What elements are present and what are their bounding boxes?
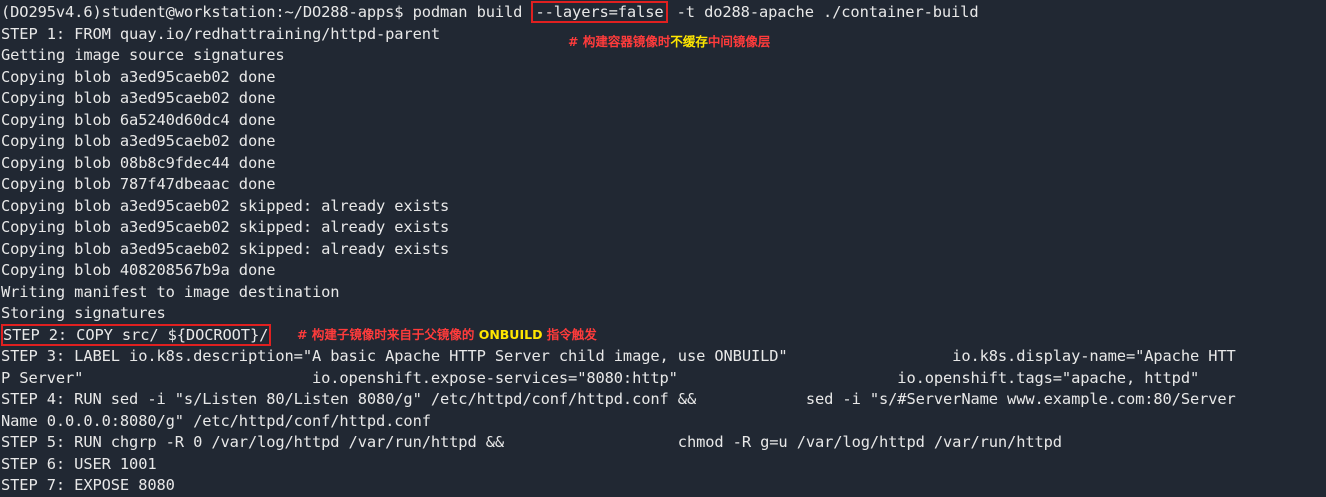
output-line: STEP 6: USER 1001 [1,454,157,473]
output-line: Copying blob a3ed95caeb02 done [1,132,276,150]
command-line: (DO295v4.6)student@workstation:~/DO288-a… [1,1,979,24]
annotation-text: 指令触发 [542,327,597,342]
output-line: STEP 4: RUN sed -i "s/Listen 80/Listen 8… [1,390,1236,408]
output-line: STEP 3: LABEL io.k8s.description="A basi… [1,347,1236,365]
output-line: Copying blob 787f47dbeaac done [1,175,276,193]
annotation-text: 中间镜像层 [707,34,771,49]
output-line: Writing manifest to image destination [1,282,340,301]
annotation-emphasis: ONBUILD [478,327,543,342]
copy-step-highlight: STEP 2: COPY src/ ${DOCROOT}/ [1,323,272,346]
output-line: Name 0.0.0.0:8080/g" /etc/httpd/conf/htt… [1,411,431,430]
command-args: -t do288-apache ./container-build [667,3,979,21]
output-line: Copying blob 6a5240d60dc4 done [1,110,276,129]
output-line: P Server" io.openshift.expose-services="… [1,368,1200,387]
output-line: STEP 5: RUN chgrp -R 0 /var/log/httpd /v… [1,433,1062,451]
annotation-text: # 构建容器镜像时 [568,34,671,49]
output-line: Copying blob 408208567b9a done [1,261,276,279]
prompt-and-command: (DO295v4.6)student@workstation:~/DO288-a… [1,3,532,21]
step2-line: STEP 2: COPY src/ ${DOCROOT}/ [1,323,272,347]
output-line: STEP 1: FROM quay.io/redhattraining/http… [1,24,441,43]
layers-flag-highlight: --layers=false [531,1,668,23]
output-line: Copying blob 08b8c9fdec44 done [1,153,276,172]
output-line: STEP 7: EXPOSE 8080 [1,476,175,494]
output-line: Copying blob a3ed95caeb02 done [1,67,276,86]
output-line: Storing signatures [1,304,166,322]
layers-annotation: # 构建容器镜像时不缓存中间镜像层 [568,34,770,50]
output-line: Getting image source signatures [1,46,285,64]
output-line: Copying blob a3ed95caeb02 skipped: alrea… [1,218,450,236]
output-line: Copying blob a3ed95caeb02 skipped: alrea… [1,239,450,258]
onbuild-annotation: # 构建子镜像时来自于父镜像的 ONBUILD 指令触发 [297,327,597,343]
annotation-emphasis: 不缓存 [670,34,708,49]
annotation-text: # 构建子镜像时来自于父镜像的 [297,327,479,342]
terminal-window[interactable]: (DO295v4.6)student@workstation:~/DO288-a… [0,0,1326,497]
output-line: Copying blob a3ed95caeb02 skipped: alrea… [1,196,450,215]
output-line: Copying blob a3ed95caeb02 done [1,89,276,107]
